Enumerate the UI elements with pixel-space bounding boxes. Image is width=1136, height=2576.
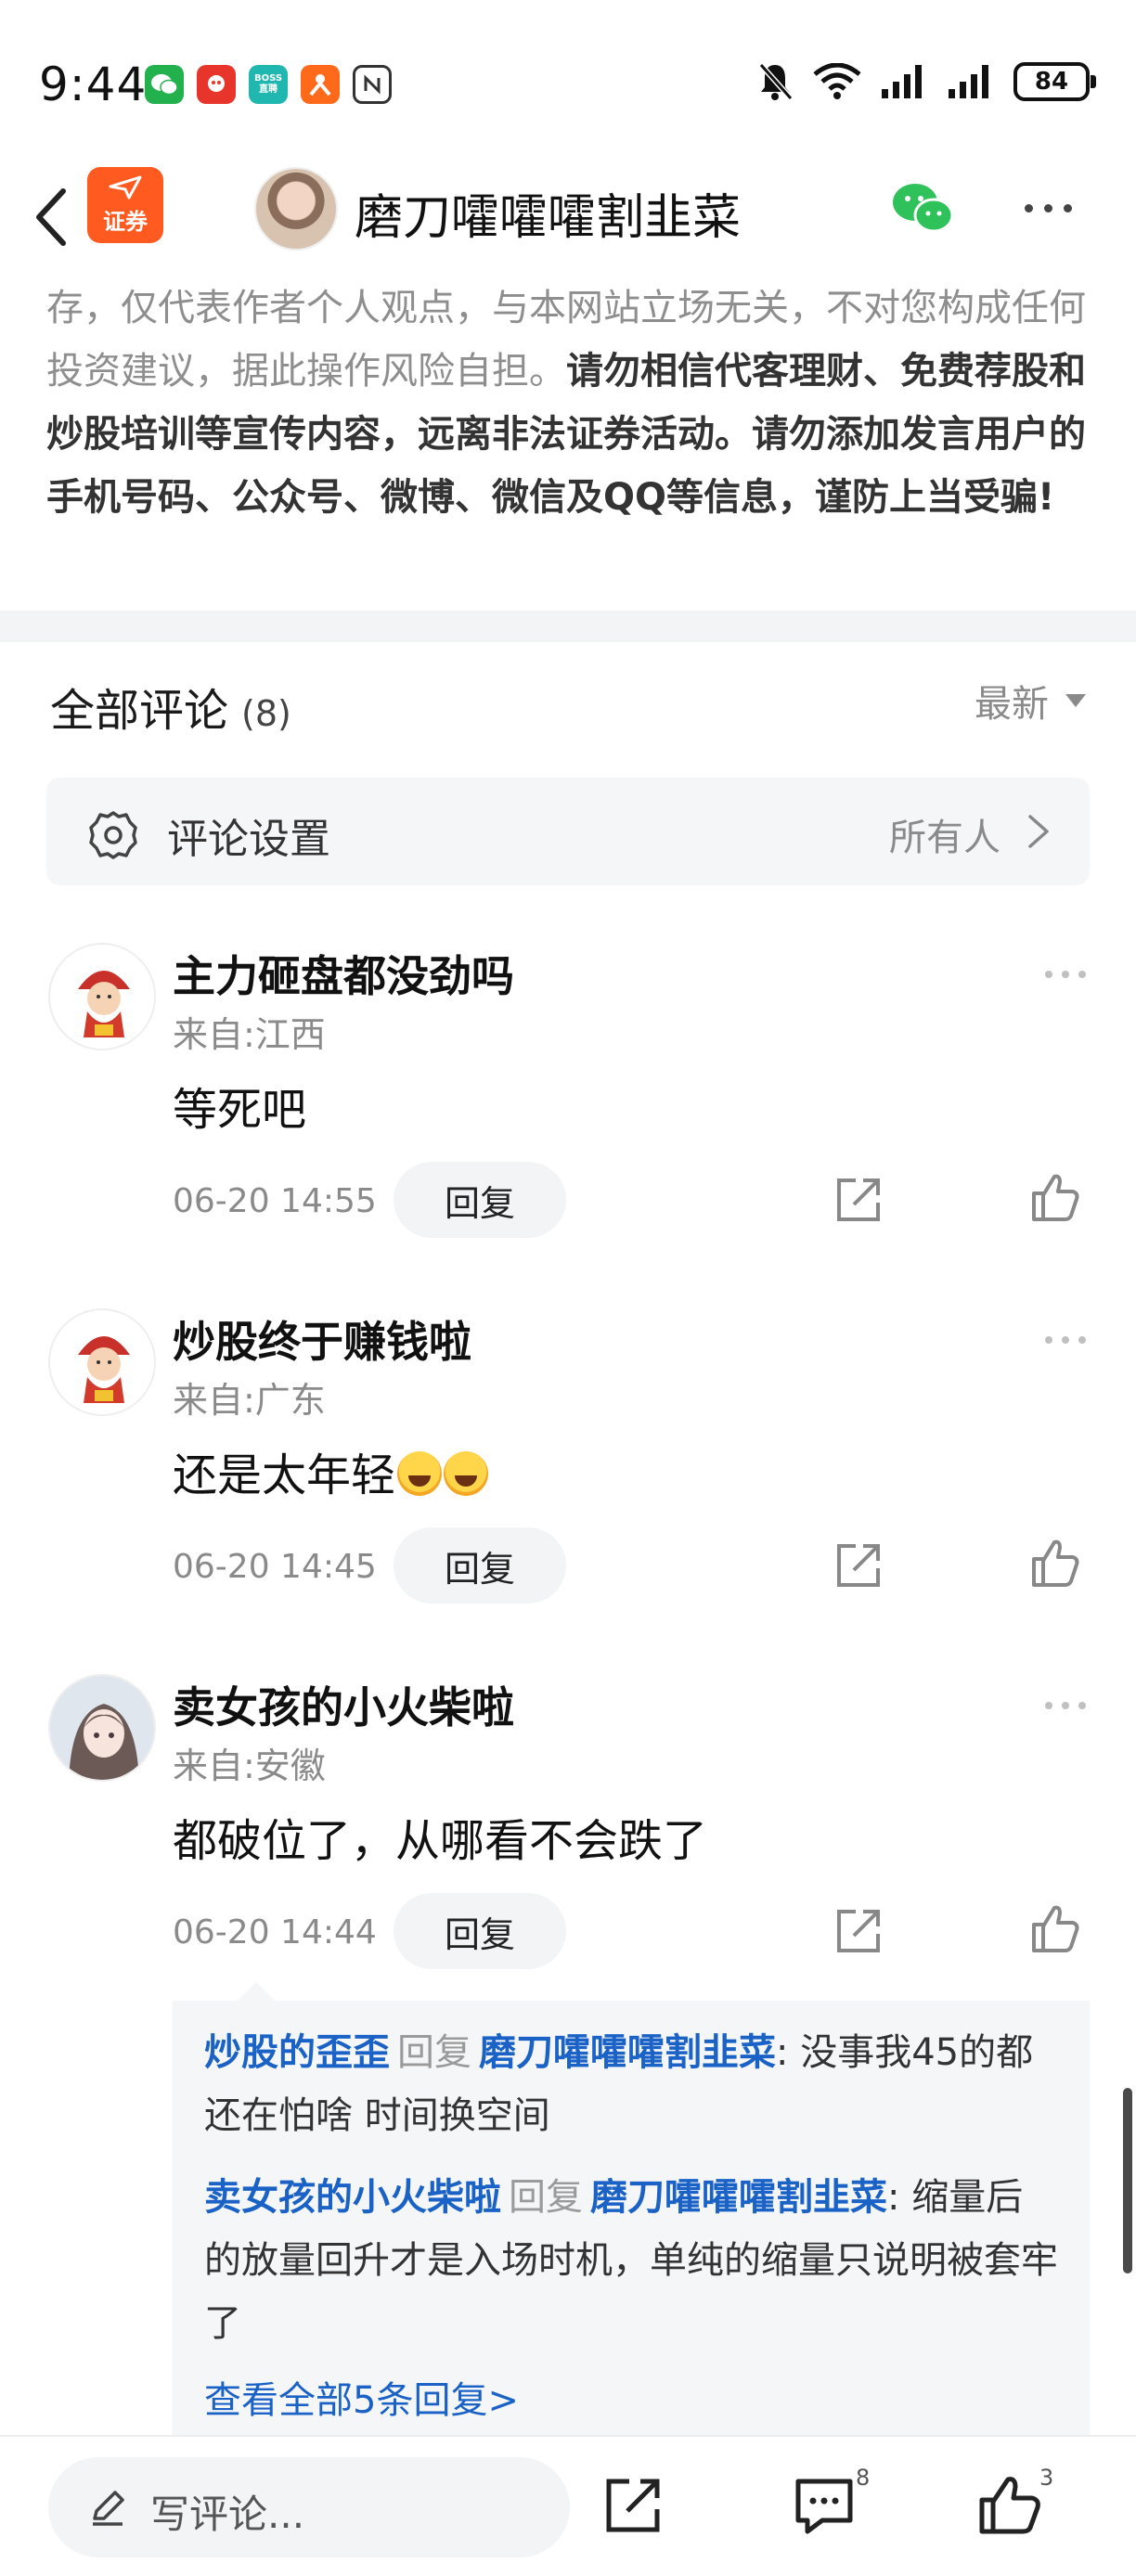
thumbs-up-icon[interactable] bbox=[1028, 1902, 1082, 1956]
comments-title-label: 全部评论 bbox=[50, 685, 229, 737]
comment-text: 等死吧 bbox=[173, 1084, 307, 1136]
settings-label: 评论设置 bbox=[167, 816, 330, 863]
comment-text: 都破位了，从哪看不会跌了 bbox=[173, 1815, 708, 1867]
section-divider bbox=[0, 611, 1136, 642]
gear-icon bbox=[89, 811, 137, 859]
thumbs-up-icon[interactable] bbox=[1028, 1537, 1082, 1591]
commenter-avatar[interactable] bbox=[48, 1674, 156, 1782]
comment-bubble-icon[interactable] bbox=[791, 2472, 858, 2539]
bottom-bar: 写评论... 8 3 bbox=[0, 2435, 1136, 2576]
more-options-icon[interactable] bbox=[1025, 204, 1072, 213]
status-time: 9:44 bbox=[39, 58, 148, 111]
send-logo-icon bbox=[109, 175, 142, 199]
reply-verb: 回复 bbox=[509, 2176, 583, 2219]
comments-count: (8) bbox=[241, 693, 291, 734]
nfc-icon bbox=[353, 65, 392, 104]
wifi-icon bbox=[813, 63, 861, 99]
commenter-name[interactable]: 卖女孩的小火柴啦 bbox=[173, 1674, 514, 1735]
thumbs-up-icon[interactable] bbox=[1028, 1171, 1082, 1225]
comment-input-placeholder: 写评论... bbox=[150, 2492, 305, 2537]
commenter-location: 来自:广东 bbox=[173, 1380, 326, 1421]
replies-pointer bbox=[238, 1982, 275, 2001]
pencil-icon bbox=[93, 2491, 124, 2526]
reply-item[interactable]: 卖女孩的小火柴啦 回复 磨刀嚯嚯嚯割韭菜: 缩量后的放量回升才是入场时机，单纯的缩量… bbox=[204, 2166, 1058, 2355]
commenter-location: 来自:江西 bbox=[173, 1014, 326, 1055]
status-app-icons: BOSS 直聘 bbox=[145, 65, 392, 104]
wechat-share-icon[interactable] bbox=[891, 180, 956, 236]
comment-text: 还是太年轻 bbox=[173, 1438, 489, 1503]
share-icon[interactable] bbox=[832, 1539, 885, 1592]
commenter-avatar[interactable] bbox=[48, 943, 156, 1050]
reply-author[interactable]: 卖女孩的小火柴啦 bbox=[204, 2176, 501, 2219]
chevron-right-icon bbox=[1028, 815, 1049, 848]
status-bar: 9:44 BOSS 直聘 84 bbox=[0, 0, 1136, 167]
scrollbar[interactable] bbox=[1123, 2088, 1132, 2273]
share-icon[interactable] bbox=[832, 1904, 885, 1958]
reply-target[interactable]: 磨刀嚯嚯嚯割韭菜 bbox=[479, 2031, 776, 2074]
sort-dropdown[interactable]: 最新 bbox=[975, 674, 1086, 728]
view-all-replies-link[interactable]: 查看全部5条回复> bbox=[204, 2370, 519, 2424]
back-button[interactable] bbox=[22, 180, 78, 254]
comment-time: 06-20 14:44 bbox=[173, 1913, 377, 1951]
comment-count-badge: 8 bbox=[856, 2465, 871, 2491]
person-app-icon bbox=[301, 65, 340, 104]
laughing-crying-emoji-icon bbox=[397, 1451, 443, 1496]
commenter-name[interactable]: 炒股终于赚钱啦 bbox=[173, 1308, 471, 1370]
thumbs-up-icon[interactable] bbox=[976, 2472, 1043, 2539]
reply-target[interactable]: 磨刀嚯嚯嚯割韭菜 bbox=[590, 2176, 887, 2219]
app-logo[interactable]: 证券 bbox=[87, 167, 163, 243]
boss-app-icon: BOSS 直聘 bbox=[249, 65, 288, 104]
comment-more-icon[interactable] bbox=[1045, 971, 1086, 978]
reply-button[interactable]: 回复 bbox=[394, 1893, 566, 1969]
reply-verb: 回复 bbox=[397, 2031, 471, 2074]
reply-item[interactable]: 炒股的歪歪 回复 磨刀嚯嚯嚯割韭菜: 没事我45的都还在怕啥 时间换空间 bbox=[204, 2021, 1058, 2147]
comment-time: 06-20 14:45 bbox=[173, 1548, 377, 1586]
reply-author[interactable]: 炒股的歪歪 bbox=[204, 2031, 390, 2074]
comment-settings-row[interactable]: 评论设置 所有人 bbox=[46, 778, 1090, 885]
reply-button[interactable]: 回复 bbox=[394, 1162, 566, 1238]
comment-more-icon[interactable] bbox=[1045, 1336, 1086, 1344]
comment-text-content: 还是太年轻 bbox=[173, 1449, 396, 1501]
commenter-name[interactable]: 主力砸盘都没劲吗 bbox=[173, 943, 514, 1004]
signal-icon-2 bbox=[949, 65, 988, 98]
comments-title: 全部评论 (8) bbox=[50, 674, 291, 739]
like-count-badge: 3 bbox=[1039, 2465, 1054, 2491]
nav-bar: 证券 磨刀嚯嚯嚯割韭菜 bbox=[0, 167, 1136, 277]
share-icon[interactable] bbox=[600, 2472, 666, 2539]
battery-indicator: 84 bbox=[1013, 62, 1096, 101]
sort-label: 最新 bbox=[975, 683, 1049, 726]
wechat-notification-icon bbox=[145, 65, 184, 104]
chevron-left-icon bbox=[36, 188, 66, 246]
share-icon[interactable] bbox=[832, 1173, 885, 1227]
laughing-crying-emoji-icon bbox=[444, 1451, 489, 1496]
reply-button[interactable]: 回复 bbox=[394, 1527, 566, 1604]
caret-down-icon bbox=[1065, 694, 1086, 707]
news-app-icon bbox=[197, 65, 236, 104]
commenter-avatar[interactable] bbox=[48, 1308, 156, 1416]
page-title: 磨刀嚯嚯嚯割韭菜 bbox=[355, 190, 742, 246]
comment-more-icon[interactable] bbox=[1045, 1702, 1086, 1709]
status-right: 84 bbox=[755, 61, 1096, 102]
settings-value: 所有人 bbox=[889, 817, 1000, 859]
author-avatar[interactable] bbox=[254, 167, 338, 251]
comment-input[interactable]: 写评论... bbox=[48, 2457, 570, 2557]
commenter-location: 来自:安徽 bbox=[173, 1745, 326, 1786]
mute-bell-icon bbox=[758, 63, 794, 100]
disclaimer-text: 存，仅代表作者个人观点，与本网站立场无关，不对您构成任何投资建议，据此操作风险自… bbox=[46, 277, 1095, 529]
comment-time: 06-20 14:55 bbox=[173, 1182, 377, 1220]
replies-panel: 炒股的歪歪 回复 磨刀嚯嚯嚯割韭菜: 没事我45的都还在怕啥 时间换空间 卖女孩的小… bbox=[173, 2001, 1090, 2437]
signal-icon bbox=[882, 65, 922, 98]
